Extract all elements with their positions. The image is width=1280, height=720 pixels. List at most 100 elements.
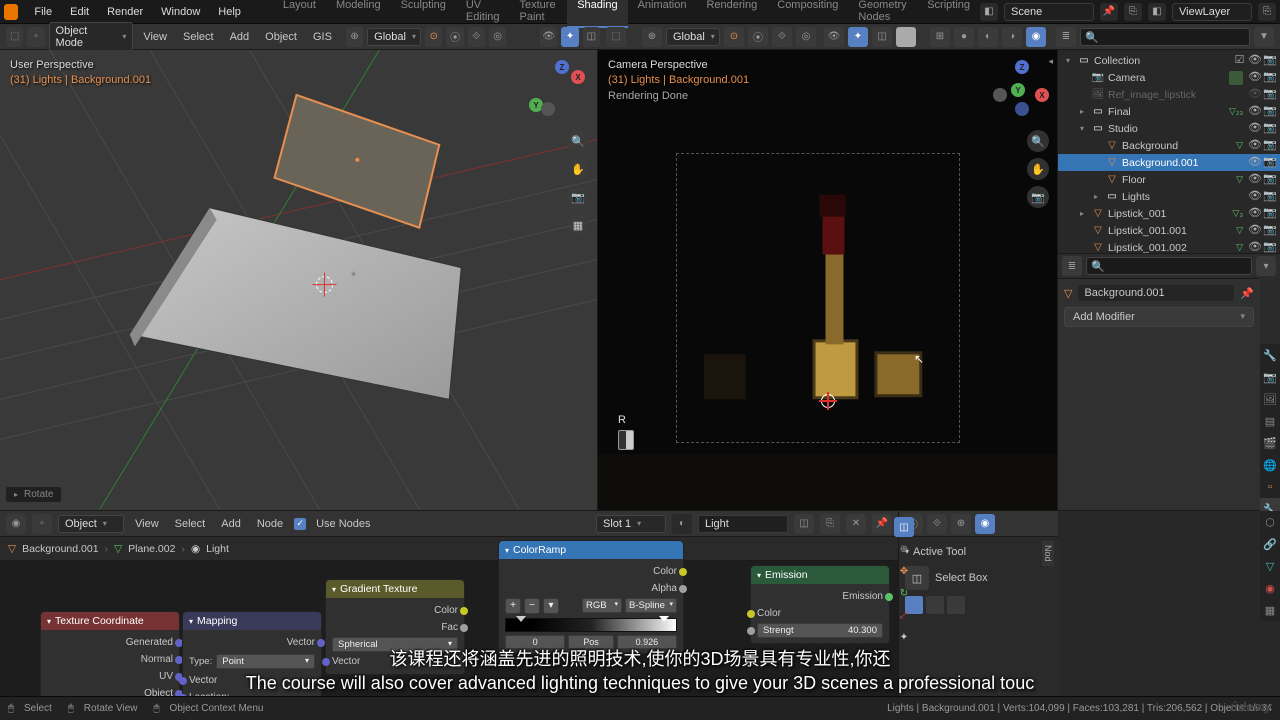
- shading-wire-icon[interactable]: ⊞: [930, 27, 950, 47]
- node-emission[interactable]: Emission Emission Color Strengt40.300: [750, 565, 890, 644]
- scene-pin-icon[interactable]: 📌: [1100, 3, 1118, 21]
- shading-p-icon[interactable]: ◉: [975, 514, 995, 534]
- scene-name-field[interactable]: Scene: [1004, 3, 1094, 21]
- tab-view-layer-icon[interactable]: ▤: [1260, 410, 1280, 432]
- filter-icon-2[interactable]: ▾: [1256, 256, 1276, 276]
- pan-icon[interactable]: ✋: [567, 158, 589, 180]
- menu-render[interactable]: Render: [99, 3, 151, 21]
- outliner-item-background[interactable]: ▽Background▽👁📷: [1058, 137, 1280, 154]
- xray-icon[interactable]: [896, 27, 916, 47]
- tab-scene-icon[interactable]: 🎬: [1260, 432, 1280, 454]
- tab-constraint-icon[interactable]: 🔗: [1260, 533, 1280, 555]
- material-name-field[interactable]: Light: [698, 515, 788, 533]
- outliner-item-ref-image-lipstick[interactable]: 🖼Ref_image_lipstick👁📷: [1058, 86, 1280, 103]
- bc-mesh[interactable]: Plane.002: [128, 543, 175, 555]
- gizmo-icon[interactable]: ✦: [561, 27, 578, 47]
- scene-new-icon[interactable]: ⎘: [1124, 3, 1142, 21]
- sidebar-tab-nod[interactable]: Nod: [1042, 541, 1054, 566]
- outliner-root[interactable]: ▾▭Collection☑👁📷: [1058, 52, 1280, 69]
- editor-type-node-icon[interactable]: ◉: [6, 514, 26, 534]
- layer-browse-icon[interactable]: ◧: [1148, 3, 1166, 21]
- shading-matcap-icon[interactable]: ◐: [978, 27, 998, 47]
- menu-view[interactable]: View: [137, 31, 173, 43]
- orientation-dropdown[interactable]: Global: [367, 28, 421, 46]
- menu-gis[interactable]: GIS: [307, 31, 338, 43]
- node-editor[interactable]: ◉ ▫ Object View Select Add Node ✓ Use No…: [0, 511, 898, 696]
- menu-add[interactable]: Add: [224, 31, 256, 43]
- tool-select-icon[interactable]: ◫: [894, 517, 914, 537]
- bc-material[interactable]: Light: [206, 543, 229, 555]
- material-pin-icon[interactable]: 📌: [872, 514, 892, 534]
- collapse-sidebar-icon[interactable]: ◂: [1048, 56, 1053, 67]
- visibility-icon[interactable]: 👁: [540, 27, 557, 47]
- node-menu-view[interactable]: View: [130, 518, 164, 530]
- node-gradient-texture[interactable]: Gradient Texture Color Fac Spherical▾ Ve…: [325, 579, 465, 675]
- operator-label[interactable]: ▸Rotate: [6, 487, 61, 502]
- pin-icon[interactable]: 📌: [1240, 287, 1254, 300]
- outliner-item-final[interactable]: ▸▭Final▽₂₃👁📷: [1058, 103, 1280, 120]
- filter-icon[interactable]: ▼: [1254, 27, 1274, 47]
- select-mode-2-icon[interactable]: [926, 596, 944, 614]
- pivot-icon-r[interactable]: ⊙: [724, 27, 744, 47]
- use-nodes-checkbox[interactable]: ✓: [294, 518, 306, 530]
- select-mode-3-icon[interactable]: [947, 596, 965, 614]
- scene-browse-icon[interactable]: ◧: [980, 3, 998, 21]
- ramp-remove-icon[interactable]: −: [524, 598, 540, 614]
- tab-texture-icon[interactable]: ▦: [1260, 599, 1280, 621]
- tab-animation[interactable]: Animation: [628, 0, 697, 28]
- visibility-icon-r[interactable]: 👁: [824, 27, 844, 47]
- pivot-icon[interactable]: ⊙: [425, 27, 442, 47]
- outliner-search[interactable]: 🔍: [1080, 28, 1250, 46]
- slot-dropdown[interactable]: Slot 1: [596, 515, 666, 533]
- snap-icon[interactable]: ⦿: [446, 27, 463, 47]
- camera-view-icon[interactable]: 📷: [567, 186, 589, 208]
- tool-move-icon[interactable]: ✥: [894, 561, 914, 581]
- outliner-item-lipstick-001-002[interactable]: ▽Lipstick_001.002▽👁📷: [1058, 239, 1280, 253]
- tab-rendering[interactable]: Rendering: [696, 0, 767, 28]
- outliner-item-lipstick-001[interactable]: ▸▽Lipstick_001▽₃👁📷: [1058, 205, 1280, 222]
- tab-data-icon[interactable]: ▽: [1260, 555, 1280, 577]
- outliner-item-lipstick-001-001[interactable]: ▽Lipstick_001.001▽👁📷: [1058, 222, 1280, 239]
- menu-object[interactable]: Object: [259, 31, 303, 43]
- overlay-icon-r[interactable]: ◫: [872, 27, 892, 47]
- outliner-search-2[interactable]: 🔍: [1086, 257, 1252, 275]
- tab-material-icon[interactable]: ◉: [1260, 577, 1280, 599]
- tool-scale-icon[interactable]: ⤢: [894, 605, 914, 625]
- bc-object[interactable]: Background.001: [22, 543, 98, 555]
- property-context-name[interactable]: Background.001: [1078, 285, 1234, 301]
- outliner-item-background-001[interactable]: ▽Background.001👁📷: [1058, 154, 1280, 171]
- editor-type-icon-r[interactable]: ⬚: [606, 27, 626, 47]
- outliner-item-camera[interactable]: 📷Camera👁📷: [1058, 69, 1280, 86]
- viewport-3d-right[interactable]: ↖ ◂ Camera Perspective (31) Lights | Bac…: [598, 50, 1058, 510]
- material-preview-icon[interactable]: ◐: [672, 514, 692, 534]
- shading-solid-icon[interactable]: ●: [954, 27, 974, 47]
- node-texture-coordinate[interactable]: Texture Coordinate Generated Normal UV O…: [40, 611, 180, 696]
- ramp-add-icon[interactable]: +: [505, 598, 521, 614]
- proportional-icon-r[interactable]: ◎: [796, 27, 816, 47]
- zoom-icon-r[interactable]: 🔍: [1027, 130, 1049, 152]
- tab-compositing[interactable]: Compositing: [767, 0, 848, 28]
- ramp-menu-icon[interactable]: ▾: [543, 598, 559, 614]
- node-menu-select[interactable]: Select: [170, 518, 211, 530]
- view-layer-field[interactable]: ViewLayer: [1172, 3, 1252, 21]
- shading-rendered-icon[interactable]: ◉: [1026, 27, 1046, 47]
- gizmo-icon-r[interactable]: ✦: [848, 27, 868, 47]
- menu-edit[interactable]: Edit: [62, 3, 97, 21]
- overlay-p-icon[interactable]: ⊕: [951, 514, 971, 534]
- shader-type-dropdown[interactable]: Object: [58, 515, 124, 533]
- ramp-index[interactable]: 0: [505, 635, 565, 649]
- proportional-icon[interactable]: ◎: [489, 27, 506, 47]
- axis-gizmo-r[interactable]: X Y Z: [993, 60, 1049, 116]
- snap-target-p-icon[interactable]: ⟐: [927, 514, 947, 534]
- color-ramp-gradient[interactable]: [505, 618, 677, 632]
- display-mode-icon[interactable]: ≣: [1062, 256, 1082, 276]
- material-new-icon[interactable]: ⎘: [820, 514, 840, 534]
- layer-new-icon[interactable]: ⎘: [1258, 3, 1276, 21]
- tool-transform-icon[interactable]: ✦: [894, 627, 914, 647]
- editor-type-icon[interactable]: ⬚: [6, 27, 23, 47]
- node-mapping[interactable]: Mapping Vector Type: Point▾ Vector Locat…: [182, 611, 322, 696]
- node-menu-node[interactable]: Node: [252, 518, 288, 530]
- active-tool-header[interactable]: ▾Active Tool ⦙⦙: [905, 545, 1052, 558]
- material-unlink-icon[interactable]: ✕: [846, 514, 866, 534]
- orientation-icon[interactable]: ⊕: [346, 27, 363, 47]
